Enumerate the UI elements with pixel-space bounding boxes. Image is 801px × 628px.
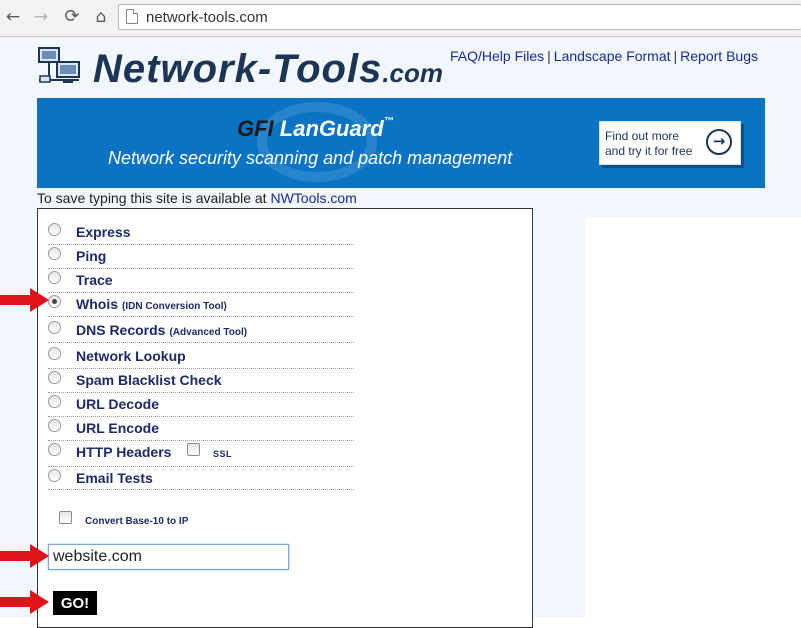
tool-label: Spam Blacklist Check bbox=[76, 372, 222, 388]
whois-radio[interactable] bbox=[48, 295, 61, 308]
banner-watermark-icon bbox=[257, 102, 377, 182]
link-separator: | bbox=[547, 48, 551, 64]
tool-label: Email Tests bbox=[76, 470, 153, 486]
notice-text: To save typing this site is available at bbox=[37, 190, 271, 206]
tool-note: (Advanced Tool) bbox=[169, 327, 248, 338]
http-headers-radio[interactable] bbox=[48, 443, 61, 456]
page-icon bbox=[126, 9, 138, 24]
tool-option-whois[interactable]: Whois (IDN Conversion Tool) bbox=[48, 292, 354, 317]
tool-option-url-encode[interactable]: URL Encode bbox=[48, 416, 354, 441]
tool-option-network-lookup[interactable]: Network Lookup bbox=[48, 344, 354, 369]
browser-toolbar: ← → ⟳ ⌂ network-tools.com bbox=[0, 0, 801, 37]
tool-label: URL Decode bbox=[76, 396, 159, 412]
back-arrow-icon[interactable]: ← bbox=[2, 6, 24, 28]
tool-label: Network Lookup bbox=[76, 348, 186, 364]
ping-radio[interactable] bbox=[48, 247, 61, 260]
report-bugs-link[interactable]: Report Bugs bbox=[680, 48, 758, 64]
annotation-arrow-icon bbox=[0, 590, 49, 614]
annotation-arrow-icon bbox=[0, 288, 49, 312]
ssl-checkbox[interactable] bbox=[187, 443, 200, 456]
network-lookup-radio[interactable] bbox=[48, 347, 61, 360]
tool-label: HTTP Headers bbox=[76, 444, 172, 460]
trace-radio[interactable] bbox=[48, 271, 61, 284]
banner-brand: GFI LanGuard™ bbox=[237, 116, 394, 141]
tool-selection-form: Express Ping Trace Whois (IDN Conversion … bbox=[37, 208, 533, 628]
right-panel bbox=[585, 218, 801, 618]
tool-option-trace[interactable]: Trace bbox=[48, 268, 354, 293]
link-separator: | bbox=[673, 48, 678, 64]
convert-base10-checkbox[interactable] bbox=[59, 511, 72, 524]
annotation-arrow-icon bbox=[0, 544, 49, 568]
site-logo[interactable]: Network-Tools.com bbox=[93, 47, 443, 95]
convert-base10-label: Convert Base-10 to IP bbox=[85, 516, 189, 527]
tool-label: URL Encode bbox=[76, 420, 159, 436]
arrow-circle-icon: → bbox=[706, 129, 732, 155]
tool-option-spam-blacklist-check[interactable]: Spam Blacklist Check bbox=[48, 368, 354, 393]
nwtools-link[interactable]: NWTools.com bbox=[270, 190, 356, 206]
tool-label: Express bbox=[76, 224, 131, 240]
short-domain-notice: To save typing this site is available at… bbox=[37, 190, 357, 206]
top-links: FAQ/Help Files | Landscape Format | Report B… bbox=[450, 48, 758, 64]
cta-line-2: and try it for free bbox=[605, 144, 693, 158]
tool-label: Whois (IDN Conversion Tool) bbox=[76, 296, 227, 312]
url-encode-radio[interactable] bbox=[48, 419, 61, 432]
dns-records-radio[interactable] bbox=[48, 321, 61, 334]
tool-option-dns-records[interactable]: DNS Records (Advanced Tool) bbox=[48, 318, 354, 343]
cta-line-1: Find out more bbox=[605, 129, 680, 143]
network-computers-icon bbox=[38, 47, 80, 83]
tool-label: Trace bbox=[76, 272, 113, 288]
page-content: Network-Tools.com FAQ/Help Files | Landsca… bbox=[0, 37, 801, 628]
reload-icon[interactable]: ⟳ bbox=[61, 6, 83, 28]
gfi-languard-banner[interactable]: GFI LanGuard™ Network security scanning … bbox=[37, 98, 765, 188]
logo-main-text: Network-Tools bbox=[93, 47, 383, 91]
host-input[interactable] bbox=[48, 544, 289, 570]
url-text[interactable]: network-tools.com bbox=[146, 9, 268, 26]
tool-option-email-tests[interactable]: Email Tests bbox=[48, 466, 354, 490]
tool-label: DNS Records (Advanced Tool) bbox=[76, 322, 248, 338]
tool-option-url-decode[interactable]: URL Decode bbox=[48, 392, 354, 417]
logo-domain-suffix: .com bbox=[382, 58, 443, 88]
address-bar[interactable]: network-tools.com bbox=[118, 4, 801, 30]
url-decode-radio[interactable] bbox=[48, 395, 61, 408]
forward-arrow-icon[interactable]: → bbox=[30, 6, 52, 28]
email-tests-radio[interactable] bbox=[48, 469, 61, 482]
tool-option-express[interactable]: Express bbox=[48, 220, 354, 245]
go-button[interactable]: GO! bbox=[53, 591, 97, 615]
tool-note: (IDN Conversion Tool) bbox=[122, 301, 227, 312]
tool-option-http-headers[interactable]: HTTP Headers SSL bbox=[48, 440, 354, 467]
ssl-label: SSL bbox=[213, 449, 233, 459]
home-icon[interactable]: ⌂ bbox=[90, 6, 112, 28]
find-out-more-button[interactable]: Find out more and try it for free → bbox=[599, 121, 741, 165]
faq-help-link[interactable]: FAQ/Help Files bbox=[450, 48, 544, 64]
banner-tagline: Network security scanning and patch mana… bbox=[108, 148, 513, 168]
tool-label: Ping bbox=[76, 248, 107, 264]
express-radio[interactable] bbox=[48, 223, 61, 236]
spam-blacklist-radio[interactable] bbox=[48, 371, 61, 384]
tool-option-ping[interactable]: Ping bbox=[48, 244, 354, 269]
landscape-format-link[interactable]: Landscape Format bbox=[554, 48, 671, 64]
